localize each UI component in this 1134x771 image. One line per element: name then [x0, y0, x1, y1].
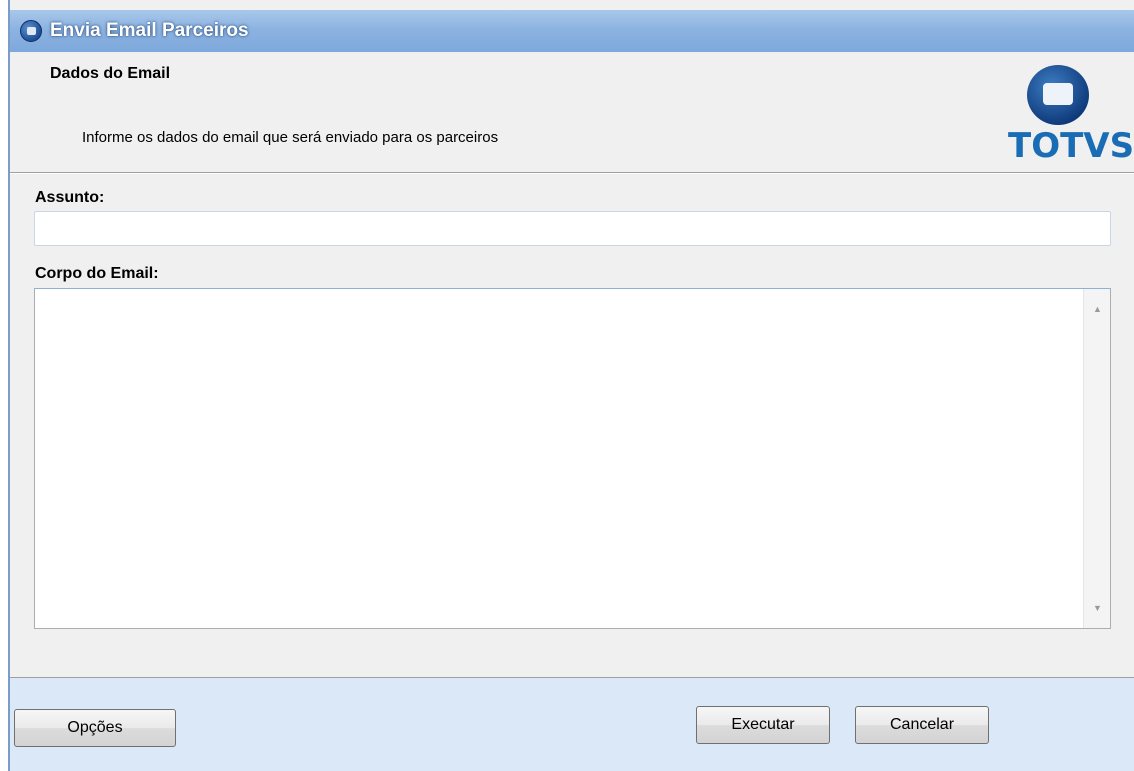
- body-textarea[interactable]: ▲ ▼: [34, 288, 1111, 629]
- body-label: Corpo do Email:: [35, 265, 159, 282]
- subject-label: Assunto:: [35, 189, 105, 206]
- totvs-logo-icon: [1027, 65, 1089, 125]
- title-bar[interactable]: Envia Email Parceiros: [10, 10, 1134, 52]
- header-title: Dados do Email: [50, 65, 171, 82]
- body-scrollbar[interactable]: ▲ ▼: [1083, 289, 1110, 628]
- wizard-header: Dados do Email Informe os dados do email…: [10, 52, 1134, 172]
- options-button[interactable]: Opções: [14, 709, 176, 747]
- logo-text: TOTVS: [1008, 126, 1134, 166]
- cancel-button[interactable]: Cancelar: [855, 706, 989, 744]
- execute-button[interactable]: Executar: [696, 706, 830, 744]
- header-description: Informe os dados do email que será envia…: [82, 129, 499, 146]
- app-icon: [20, 20, 42, 42]
- totvs-logo: TOTVS: [1004, 62, 1134, 167]
- form-bottom-padding: [10, 629, 1134, 677]
- dialog-window: Envia Email Parceiros Dados do Email Inf…: [8, 0, 1134, 771]
- window-title: Envia Email Parceiros: [50, 20, 249, 41]
- scroll-down-arrow-icon[interactable]: ▼: [1084, 594, 1111, 622]
- scroll-up-arrow-icon[interactable]: ▲: [1084, 295, 1111, 323]
- button-bar: Opções Executar Cancelar: [10, 678, 1134, 771]
- header-divider-highlight: [10, 173, 1134, 174]
- subject-input[interactable]: [34, 211, 1111, 246]
